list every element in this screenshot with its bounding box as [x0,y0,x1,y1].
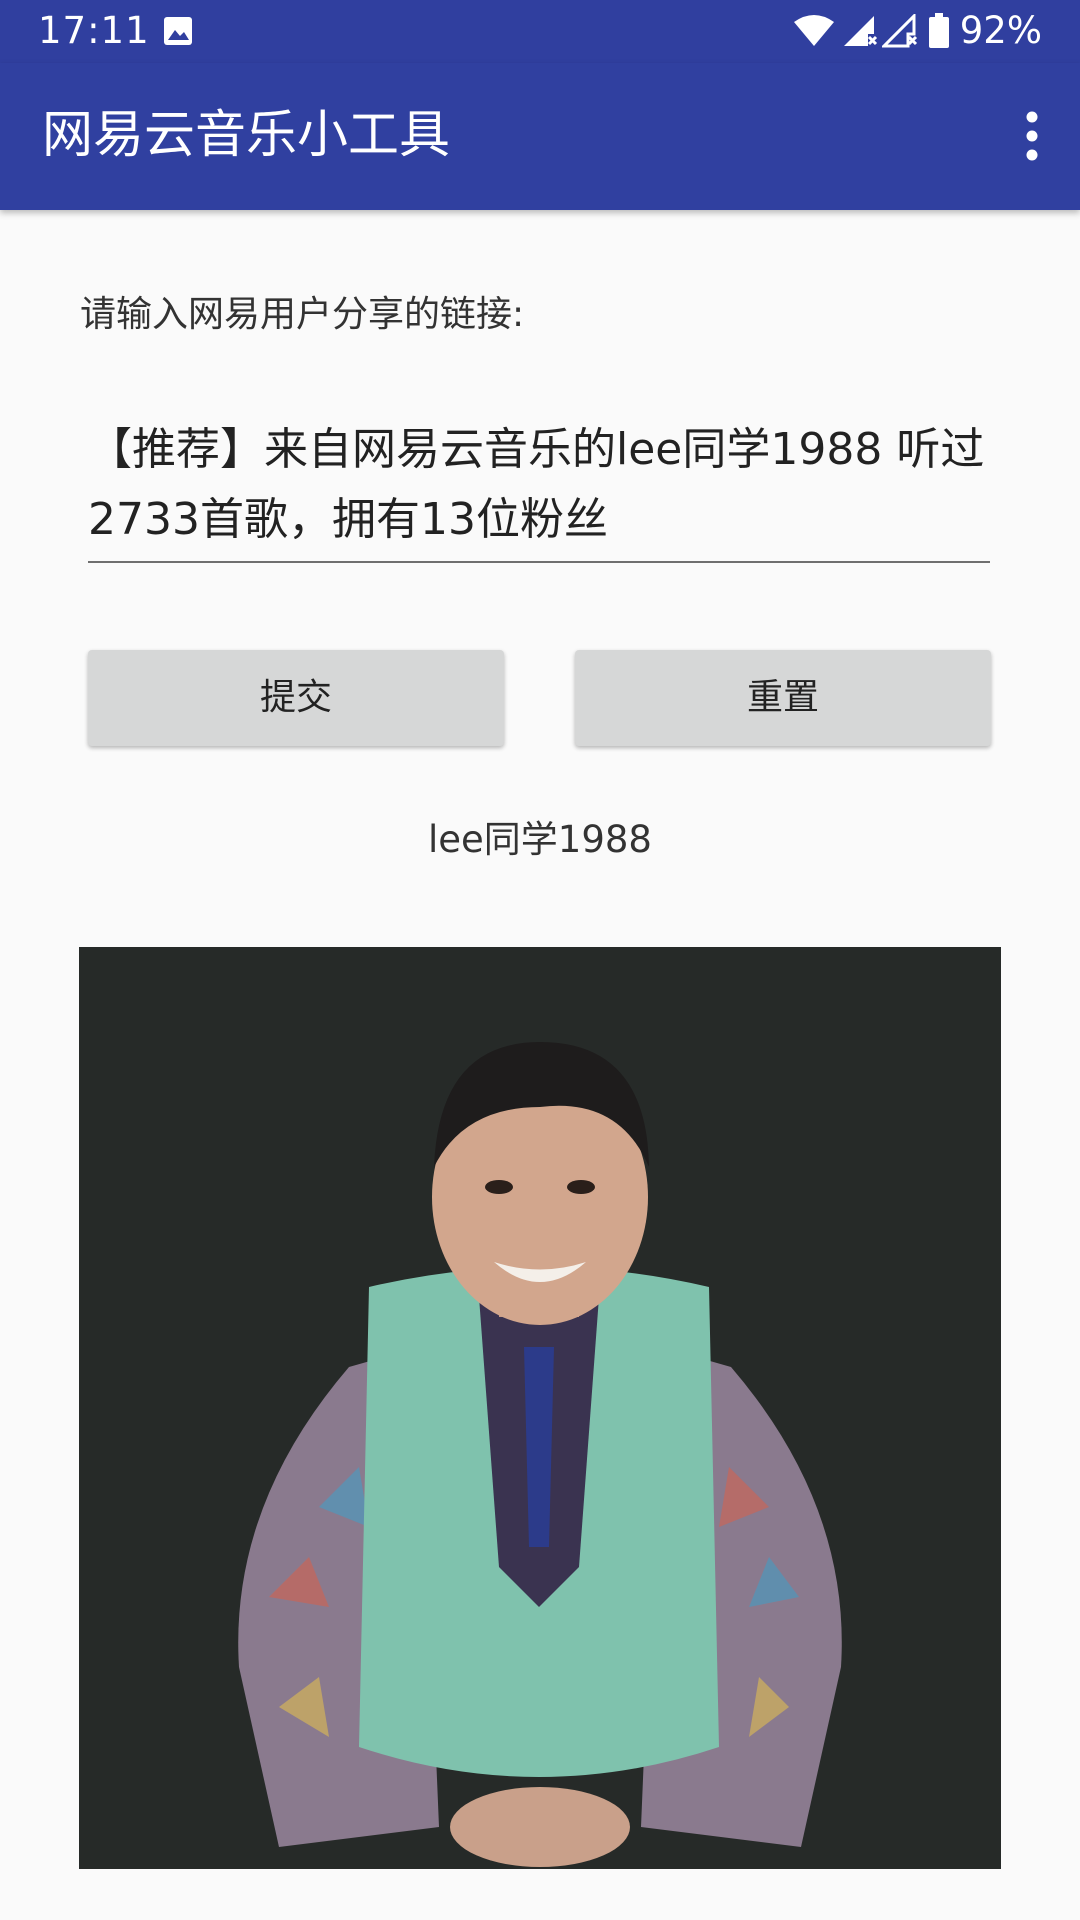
battery-icon [928,13,949,48]
wifi-icon [793,15,834,46]
user-avatar-image [79,947,1001,1869]
status-icons: 92% [792,8,1042,54]
username-text: lee同学1988 [428,818,652,861]
main-content: 请输入网易用户分享的链接: 【推荐】来自网易云音乐的lee同学1988 听过27… [0,210,1080,1920]
share-link-input[interactable]: 【推荐】来自网易云音乐的lee同学1988 听过2733首歌，拥有13位粉丝 [88,415,990,563]
status-bar: 17:11 92% [0,0,1080,63]
reset-button[interactable]: 重置 [575,650,991,746]
link-prompt-label: 请输入网易用户分享的链接: [80,294,525,335]
signal-icon [843,16,877,46]
status-time: 17:11 [38,9,150,52]
more-vert-icon[interactable] [990,103,1050,169]
signal-icon [881,14,917,48]
app-toolbar: 网易云音乐小工具 [0,63,1080,210]
battery-percent: 92% [959,9,1042,52]
app-title: 网易云音乐小工具 [42,106,451,165]
image-icon [164,17,192,45]
submit-button[interactable]: 提交 [88,650,504,746]
